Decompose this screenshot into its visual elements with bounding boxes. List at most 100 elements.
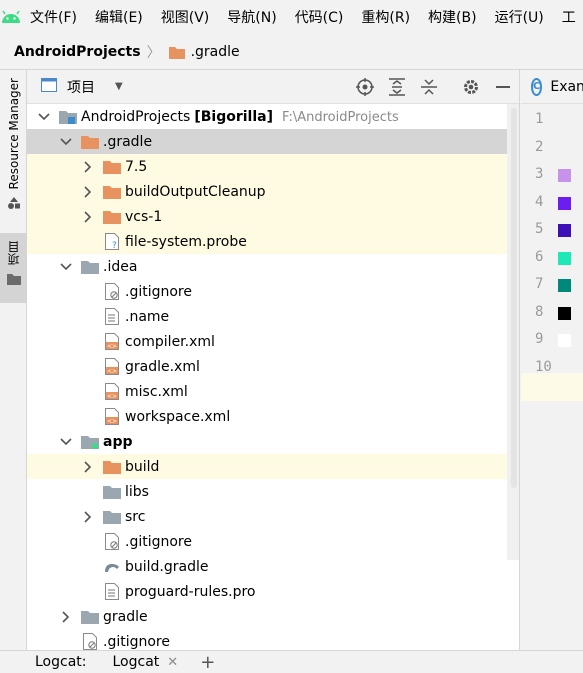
chevron-right-icon[interactable] — [81, 160, 95, 174]
expand-all-icon[interactable] — [381, 70, 413, 104]
hide-panel-icon[interactable] — [487, 70, 519, 104]
tree-row[interactable]: <> misc.xml — [27, 379, 519, 404]
tree-row[interactable]: .gitignore — [27, 529, 519, 554]
line-gutter: 1 2 3 4 5 6 7 8 9 10 — [521, 104, 583, 650]
tree-row[interactable]: build.gradle — [27, 554, 519, 579]
project-panel-header: 项目 ▼ — [27, 70, 519, 104]
gradle-file-icon — [103, 558, 121, 576]
tree-item-module-tag: [Bigorilla] — [194, 108, 273, 125]
add-tab-icon[interactable]: + — [200, 652, 215, 673]
ignored-file-icon — [103, 283, 121, 301]
svg-text:<>: <> — [107, 368, 117, 375]
tree-row[interactable]: <> compiler.xml — [27, 329, 519, 354]
tree-row[interactable]: ? file-system.probe — [27, 229, 519, 254]
android-logo-icon[interactable] — [0, 0, 22, 34]
menu-item[interactable]: 文件(F) — [22, 7, 77, 27]
tree-row[interactable]: <> workspace.xml — [27, 404, 519, 429]
color-swatch-icon[interactable] — [558, 251, 571, 265]
resource-manager-tab[interactable]: Resource Manager — [0, 78, 27, 228]
shapes-icon — [7, 197, 21, 213]
chevron-right-icon[interactable] — [81, 210, 95, 224]
tree-row[interactable]: libs — [27, 479, 519, 504]
color-swatch-icon[interactable] — [558, 196, 571, 210]
breadcrumb-root[interactable]: AndroidProjects — [14, 44, 141, 60]
color-swatch-icon[interactable] — [558, 279, 571, 292]
menu-item[interactable]: 构建(B) — [420, 7, 477, 27]
tree-row[interactable]: vcs-1 — [27, 204, 519, 229]
tree-item-label: build — [125, 459, 159, 475]
tree-item-label: build.gradle — [125, 559, 209, 575]
folder-orange-icon — [81, 133, 99, 151]
tree-row[interactable]: 7.5 — [27, 154, 519, 179]
tree-item-name: buildOutputCleanup — [125, 183, 266, 200]
collapse-all-icon[interactable] — [413, 70, 445, 104]
scrollbar-thumb[interactable] — [511, 108, 517, 488]
line-number: 5 — [535, 221, 544, 237]
tree-row[interactable]: AndroidProjects [Bigorilla] F:\AndroidProj… — [27, 104, 519, 129]
tree-row[interactable]: app — [27, 429, 519, 454]
tree-item-name: .idea — [103, 258, 138, 275]
tree-row[interactable]: .gitignore — [27, 279, 519, 304]
editor-tab[interactable]: C Exan — [521, 70, 583, 104]
tree-row[interactable]: build — [27, 454, 519, 479]
chevron-right-icon[interactable] — [59, 610, 73, 624]
tree-item-name: src — [125, 508, 146, 525]
locate-file-icon[interactable] — [349, 70, 381, 104]
unknown-file-icon: ? — [103, 233, 121, 251]
project-tab[interactable]: 项目 — [0, 233, 27, 303]
close-icon[interactable]: ✕ — [167, 655, 178, 670]
line-number: 1 — [535, 111, 544, 127]
svg-text:<>: <> — [107, 393, 117, 400]
menu-item[interactable]: 工 — [554, 7, 576, 27]
tree-row[interactable]: .name — [27, 304, 519, 329]
text-file-icon — [103, 583, 121, 601]
tree-item-label: workspace.xml — [125, 409, 230, 425]
logcat-label: Logcat: — [35, 654, 87, 670]
tree-item-name: build.gradle — [125, 558, 209, 575]
chevron-right-icon[interactable] — [81, 510, 95, 524]
chevron-right-icon[interactable] — [81, 460, 95, 474]
tree-row[interactable]: <> gradle.xml — [27, 354, 519, 379]
tree-item-name: 7.5 — [125, 158, 148, 175]
gear-icon[interactable] — [455, 70, 487, 104]
folder-gray-icon — [103, 508, 121, 526]
menu-item[interactable]: 运行(U) — [487, 7, 544, 27]
menu-bar: 文件(F) 编辑(E) 视图(V) 导航(N) 代码(C) 重构(R) 构建(B) 运行(U)… — [0, 0, 583, 34]
tree-item-label: file-system.probe — [125, 234, 247, 250]
breadcrumb-folder[interactable]: .gradle — [191, 44, 240, 60]
tree-item-label: buildOutputCleanup — [125, 184, 266, 200]
chevron-down-icon[interactable] — [59, 435, 73, 449]
folder-orange-icon — [103, 208, 121, 226]
project-panel: 项目 ▼ AndroidProjects [Bigorilla] F:\Androi… — [27, 70, 520, 650]
menu-item[interactable]: 重构(R) — [353, 7, 410, 27]
chevron-right-icon[interactable] — [81, 185, 95, 199]
vertical-scrollbar[interactable] — [507, 104, 519, 560]
color-swatch-icon[interactable] — [558, 169, 571, 182]
xml-file-icon: <> — [103, 408, 121, 426]
current-line-highlight — [521, 373, 583, 401]
tree-row[interactable]: gradle — [27, 604, 519, 629]
menu-item[interactable]: 视图(V) — [153, 7, 210, 27]
color-swatch-icon[interactable] — [558, 306, 571, 320]
menu-item[interactable]: 代码(C) — [287, 7, 344, 27]
tree-item-label: compiler.xml — [125, 334, 215, 350]
tree-row[interactable]: src — [27, 504, 519, 529]
color-swatch-icon[interactable] — [558, 224, 571, 237]
line-number: 7 — [535, 276, 544, 292]
chevron-down-icon[interactable] — [59, 260, 73, 274]
menu-item[interactable]: 编辑(E) — [87, 7, 143, 27]
chevron-down-icon[interactable] — [59, 135, 73, 149]
tree-item-name: build — [125, 458, 160, 475]
chevron-down-icon[interactable] — [37, 110, 51, 124]
tree-row[interactable]: .idea — [27, 254, 519, 279]
logcat-tab[interactable]: Logcat — [113, 654, 160, 670]
project-view-selector[interactable]: 项目 ▼ — [41, 77, 123, 97]
menu-item[interactable]: 导航(N) — [219, 7, 276, 27]
line-number: 4 — [535, 193, 544, 210]
color-swatch-icon[interactable] — [558, 334, 571, 347]
tree-row[interactable]: .gradle — [27, 129, 519, 154]
tree-row[interactable]: .gitignore — [27, 629, 519, 650]
project-window-icon — [41, 77, 57, 96]
tree-row[interactable]: proguard-rules.pro — [27, 579, 519, 604]
tree-row[interactable]: buildOutputCleanup — [27, 179, 519, 204]
